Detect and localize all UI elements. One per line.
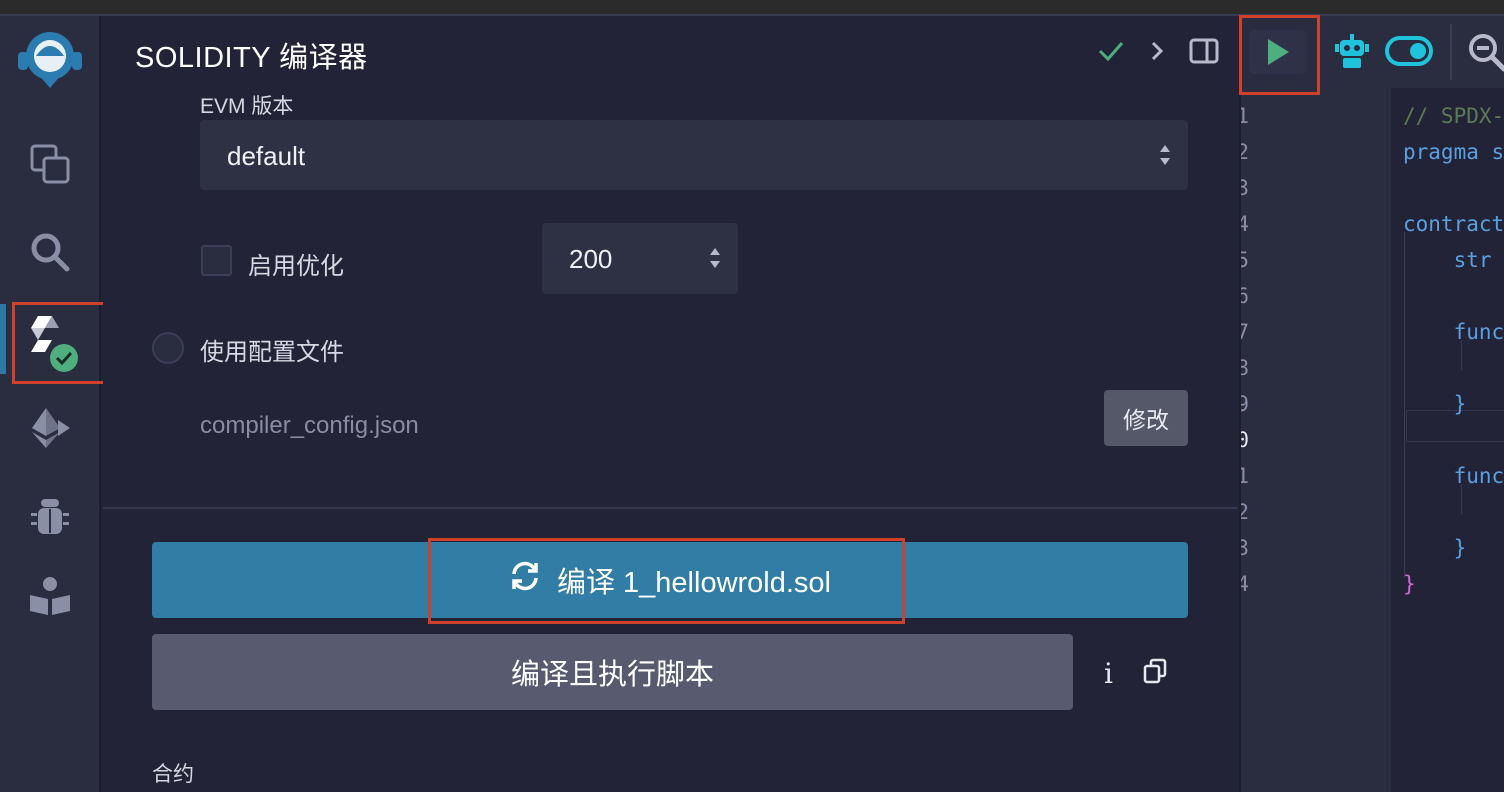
line-number: 7 [1241,320,1249,344]
code-line[interactable]: } [1403,536,1467,560]
line-number: 2 [1241,140,1249,164]
code-line[interactable]: func [1403,464,1504,488]
code-line[interactable]: str [1403,248,1492,272]
learn-icon[interactable] [0,556,100,636]
evm-version-value: default [227,141,306,171]
line-number-current: 10 [1241,428,1249,452]
solidity-compiler-panel: SOLIDITY 编译器 EVM 版本 default 启用优化 200 使用配… [103,16,1237,792]
line-number: 3 [1241,176,1249,200]
indent-guide [1461,484,1462,514]
section-divider [103,507,1237,509]
evm-version-select[interactable]: default [200,120,1188,190]
code-line[interactable]: } [1403,572,1416,596]
line-number: 6 [1241,284,1249,308]
line-number: 11 [1241,464,1249,488]
code-editor: 1 2 3 4 5 6 7 8 9 10 11 12 13 14 // SPDX… [1239,16,1504,792]
enable-optimization-label: 启用优化 [248,253,344,280]
code-line[interactable]: func [1403,320,1504,344]
line-number: 12 [1241,500,1249,524]
compile-button-highlight [428,538,905,624]
copilot-robot-icon[interactable] [1335,34,1369,75]
optimization-runs-value: 200 [569,244,613,274]
code-line[interactable]: pragma s [1403,140,1504,164]
indent-guide [1461,340,1462,370]
line-number: 1 [1241,104,1249,128]
info-icon[interactable]: i [1104,657,1113,690]
deploy-run-icon[interactable] [0,388,100,468]
icon-rail [0,16,101,792]
code-line[interactable]: // SPDX- [1403,104,1504,128]
panel-toggle-icon[interactable] [1189,38,1219,69]
run-button-highlight [1239,15,1320,95]
search-icon[interactable] [0,212,100,292]
optimization-runs-input[interactable]: 200 [542,223,738,294]
compile-and-run-button[interactable]: 编译且执行脚本 [152,634,1073,710]
toggle-icon[interactable] [1385,36,1433,71]
chevron-right-icon[interactable] [1147,40,1167,67]
check-icon [1097,40,1125,67]
use-config-file-label: 使用配置文件 [200,339,344,366]
contracts-label: 合约 [152,763,194,786]
debugger-icon[interactable] [0,476,100,556]
code-line[interactable]: contract [1403,212,1504,236]
line-number: 13 [1241,536,1249,560]
select-arrows-icon [1160,145,1170,165]
panel-header-icons [1097,38,1219,69]
line-number-gutter: 1 2 3 4 5 6 7 8 9 10 11 12 13 14 [1241,88,1391,792]
use-config-file-radio[interactable] [152,332,184,364]
toolbar-separator [1450,24,1452,80]
config-file-name: compiler_config.json [200,412,419,439]
compiler-icon-highlight [12,302,110,384]
code-line[interactable]: } [1403,392,1467,416]
window-top-strip [0,0,1504,16]
line-number: 14 [1241,572,1249,596]
line-number: 8 [1241,356,1249,380]
panel-title: SOLIDITY 编译器 [135,42,368,74]
compile-and-run-label: 编译且执行脚本 [510,659,714,691]
stepper-arrows-icon[interactable] [709,246,721,270]
evm-version-label: EVM 版本 [200,95,294,118]
file-explorer-icon[interactable] [0,124,100,204]
line-number: 4 [1241,212,1249,236]
zoom-out-icon[interactable] [1467,32,1504,77]
line-number: 9 [1241,392,1249,416]
copy-icon[interactable] [1143,658,1167,689]
enable-optimization-checkbox[interactable] [201,245,232,276]
edit-config-button[interactable]: 修改 [1104,390,1188,446]
line-number: 5 [1241,248,1249,272]
remix-logo-icon[interactable] [0,20,100,100]
